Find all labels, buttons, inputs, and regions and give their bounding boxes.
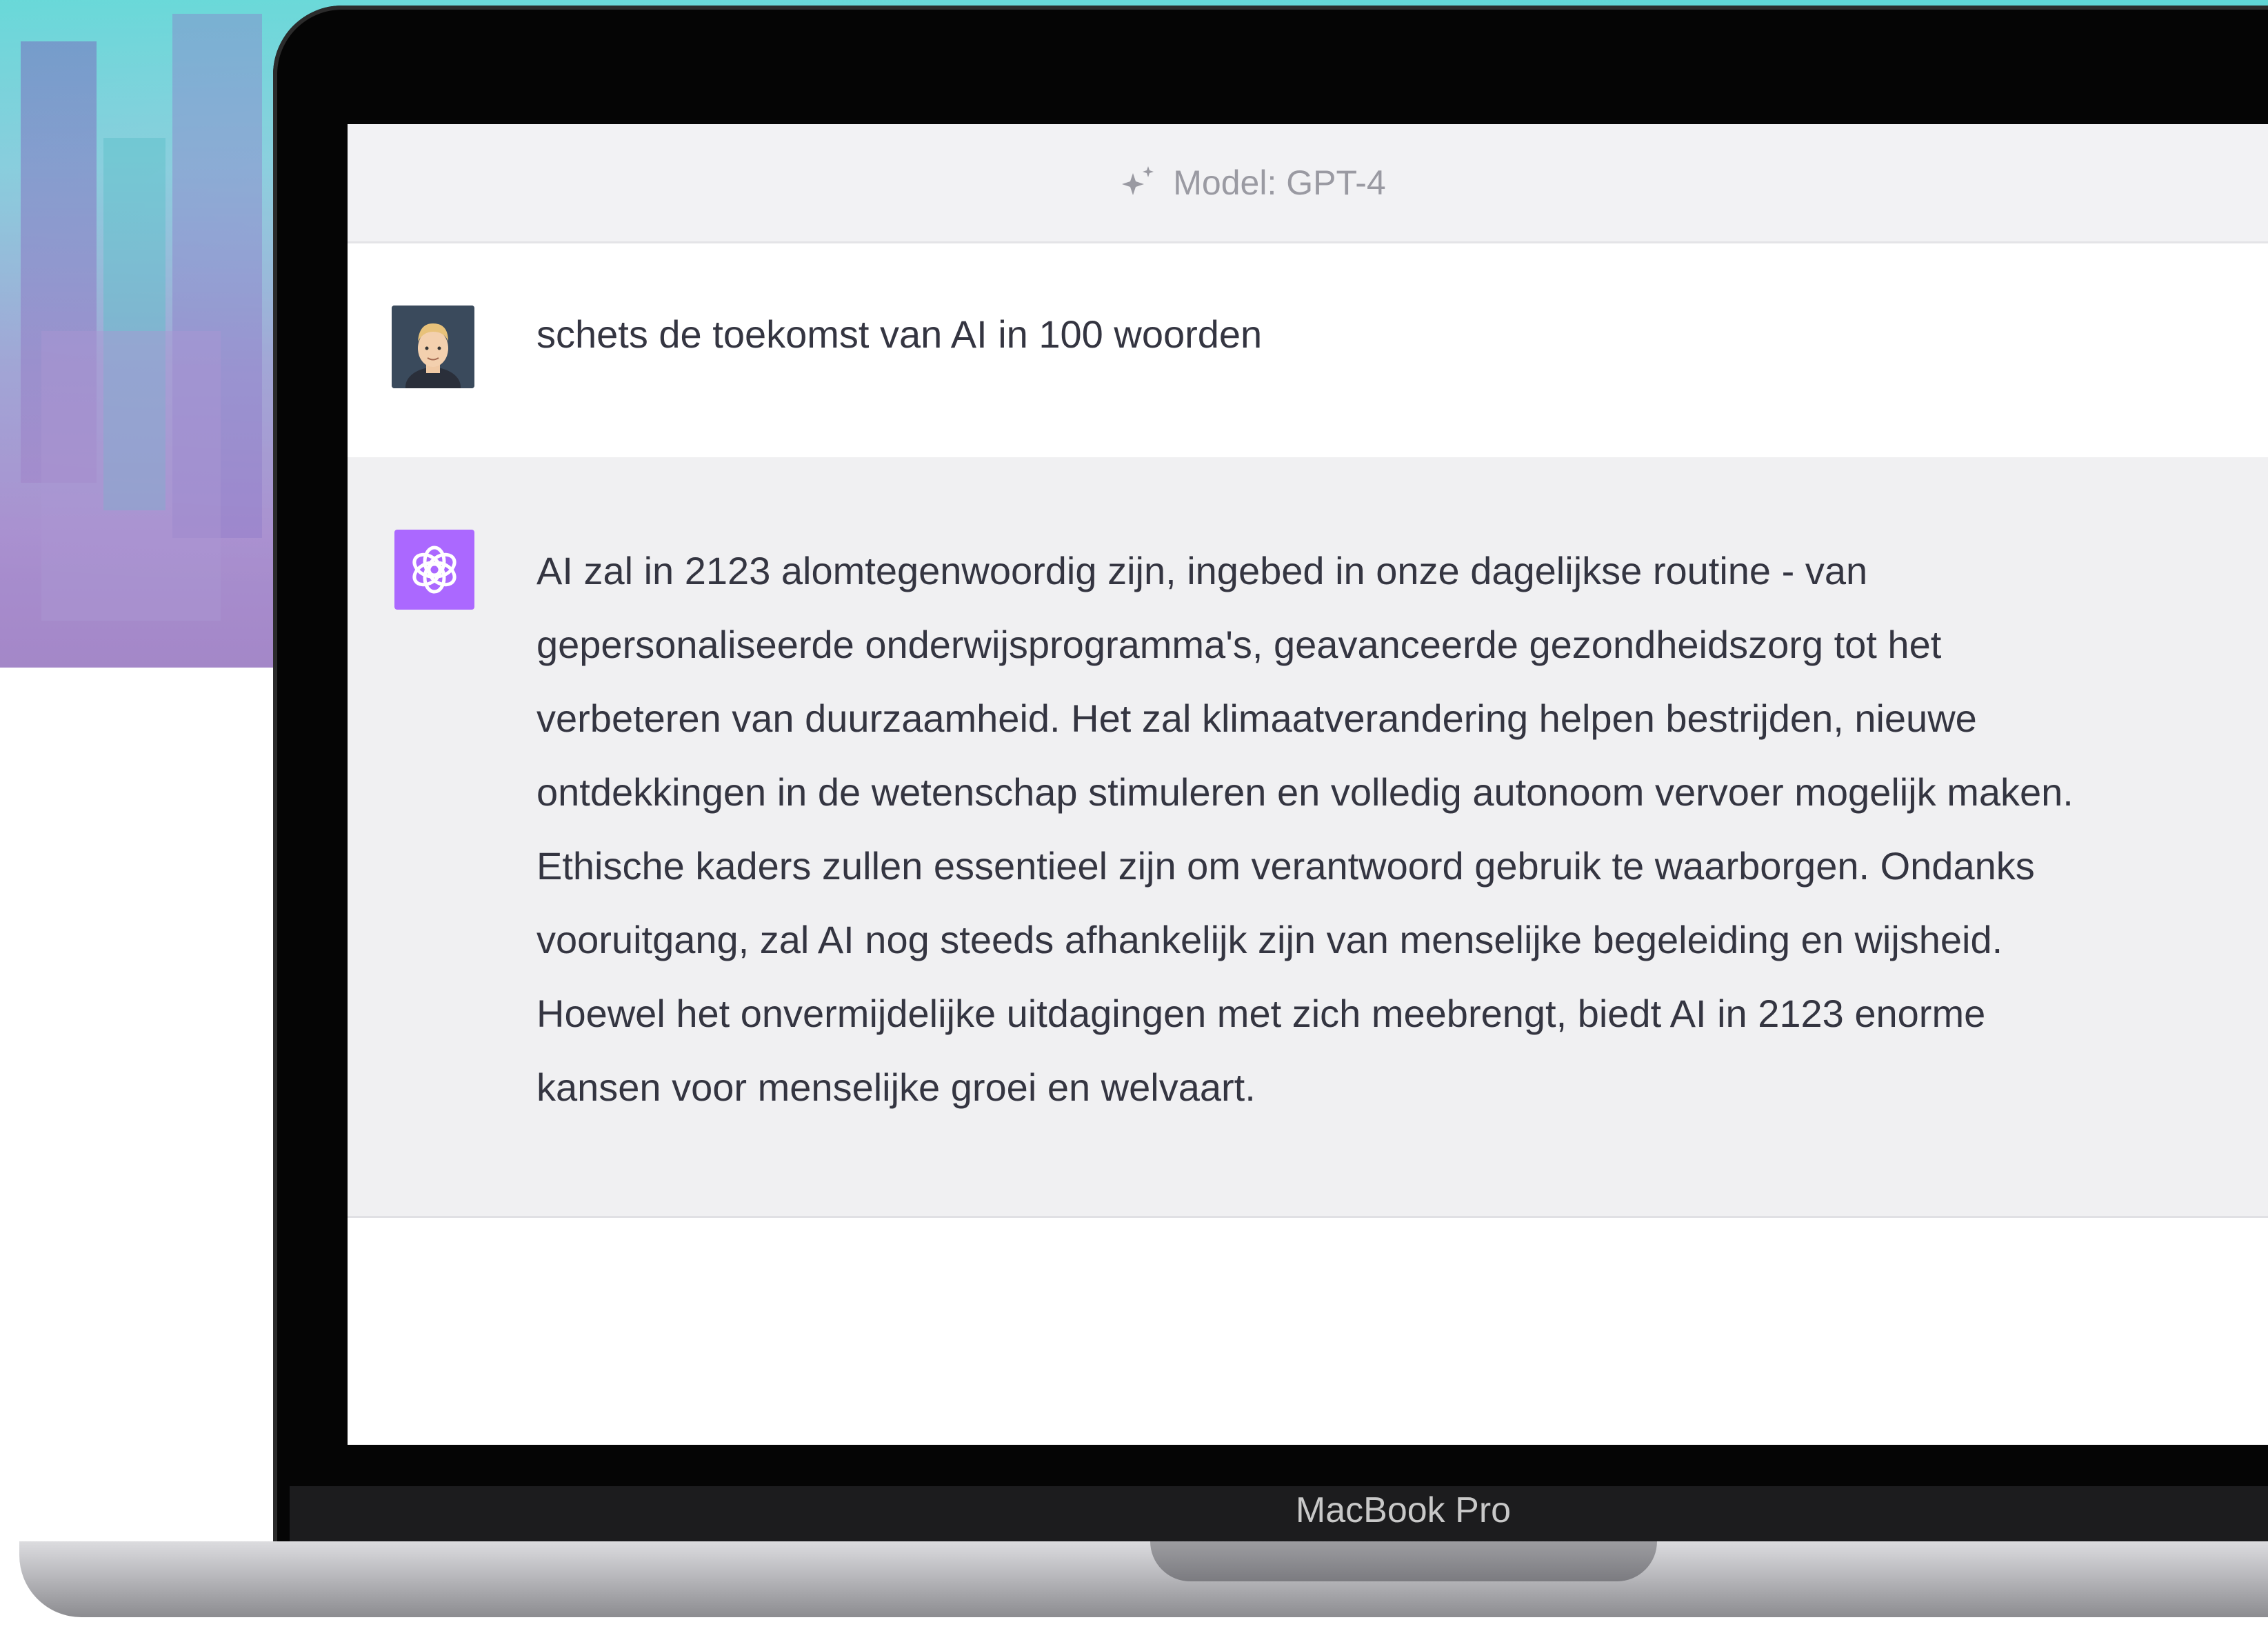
model-label: Model: GPT-4 bbox=[1173, 163, 1386, 202]
model-header-bar: Model: GPT-4 bbox=[348, 124, 2268, 243]
assistant-message-line: gepersonaliseerde onderwijsprogramma's, … bbox=[536, 623, 1942, 666]
device-label: MacBook Pro bbox=[1295, 1490, 1512, 1530]
assistant-message-line: kansen voor menselijke groei en welvaart… bbox=[536, 1065, 1256, 1109]
user-message-text: schets de toekomst van AI in 100 woorden bbox=[536, 312, 1263, 356]
assistant-message-line: vooruitgang, zal AI nog steeds afhankeli… bbox=[536, 918, 2003, 961]
assistant-message-line: AI zal in 2123 alomtegenwoordig zijn, in… bbox=[536, 549, 1868, 592]
user-avatar bbox=[392, 306, 474, 388]
assistant-message-line: ontdekkingen in de wetenschap stimuleren… bbox=[536, 770, 2074, 814]
assistant-message-line: Hoewel het onvermijdelijke uitdagingen m… bbox=[536, 992, 1986, 1035]
background-building bbox=[41, 331, 221, 621]
laptop-base bbox=[19, 1541, 2268, 1617]
openai-logo-icon bbox=[394, 530, 474, 610]
model-selector[interactable]: Model: GPT-4 bbox=[1119, 163, 1386, 203]
assistant-message-line: Ethische kaders zullen essentieel zijn o… bbox=[536, 844, 2035, 888]
assistant-message-line: verbeteren van duurzaamheid. Het zal kli… bbox=[536, 697, 1977, 740]
laptop-base-notch bbox=[1150, 1541, 1657, 1581]
sparkle-icon bbox=[1119, 165, 1158, 201]
marketing-image: Model: GPT-4 schets de toekomst van AI i… bbox=[0, 0, 2268, 1631]
assistant-message-text: AI zal in 2123 alomtegenwoordig zijn, in… bbox=[536, 534, 2247, 1124]
empty-chat-area bbox=[348, 1218, 2268, 1445]
